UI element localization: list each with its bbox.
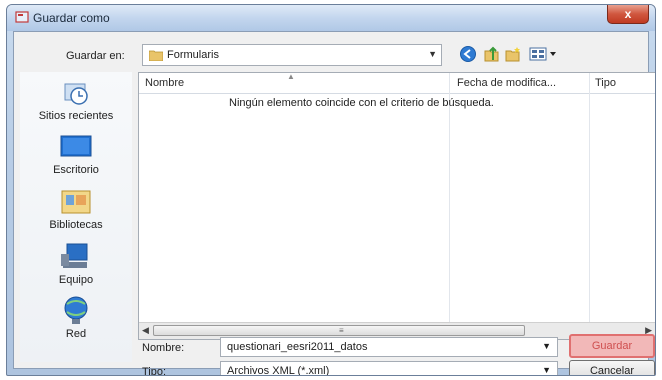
empty-message: Ningún elemento coincide con el criterio…: [229, 97, 494, 109]
places-bar: Sitios recientes Escritorio Bibliotecas: [20, 72, 132, 362]
chevron-down-icon[interactable]: ▼: [542, 365, 551, 375]
back-icon[interactable]: [459, 45, 477, 63]
sort-arrow-icon: ▲: [287, 72, 295, 81]
computer-icon: [61, 243, 88, 268]
app-icon: [15, 11, 29, 23]
title-bar[interactable]: Guardar como x: [7, 5, 655, 31]
place-label: Sitios recientes: [38, 110, 114, 122]
scroll-left-icon[interactable]: ◀: [142, 325, 149, 336]
filename-value: questionari_eesri2011_datos: [227, 341, 368, 353]
filetype-value: Archivos XML (*.xml): [227, 365, 330, 376]
save-button[interactable]: Guardar: [569, 334, 655, 358]
column-name[interactable]: Nombre: [145, 77, 184, 89]
chevron-down-icon[interactable]: ▼: [542, 341, 551, 351]
place-label: Bibliotecas: [49, 219, 103, 231]
save-in-folder: Formularis: [167, 49, 219, 61]
folder-icon: [149, 50, 163, 61]
dialog-body: Guardar en: Formularis ▼ Sitios reciente…: [13, 31, 655, 375]
column-header: Nombre ▲ Fecha de modifica... Tipo: [139, 73, 655, 94]
column-date-modified[interactable]: Fecha de modifica...: [457, 77, 556, 89]
filename-field[interactable]: questionari_eesri2011_datos ▼: [220, 337, 558, 357]
column-type[interactable]: Tipo: [595, 77, 616, 89]
place-computer[interactable]: Equipo: [20, 242, 132, 286]
network-icon: [64, 296, 88, 324]
window-title: Guardar como: [33, 11, 110, 25]
filetype-select[interactable]: Archivos XML (*.xml) ▼: [220, 361, 558, 376]
recent-places-icon: [64, 83, 88, 105]
filetype-label: Tipo:: [142, 366, 167, 376]
scroll-thumb[interactable]: ≡: [153, 325, 525, 336]
cancel-button[interactable]: Cancelar: [569, 360, 655, 375]
place-recent[interactable]: Sitios recientes: [20, 78, 132, 122]
place-label: Equipo: [58, 274, 94, 286]
save-in-label: Guardar en:: [66, 50, 125, 62]
place-libraries[interactable]: Bibliotecas: [20, 187, 132, 231]
place-label: Red: [65, 328, 87, 340]
place-desktop[interactable]: Escritorio: [20, 134, 132, 176]
chevron-down-icon: ▼: [428, 49, 437, 59]
new-folder-icon[interactable]: [504, 45, 522, 63]
file-list[interactable]: Nombre ▲ Fecha de modifica... Tipo Ningú…: [138, 72, 655, 340]
filename-label: Nombre:: [142, 342, 185, 354]
libraries-icon: [61, 190, 91, 214]
close-icon: x: [624, 7, 632, 21]
save-as-dialog: Guardar como x Guardar en: Formularis ▼: [6, 4, 656, 376]
place-label: Escritorio: [53, 164, 99, 176]
place-network[interactable]: Red: [20, 294, 132, 340]
close-button[interactable]: x: [607, 5, 649, 24]
desktop-icon: [60, 135, 92, 157]
views-icon[interactable]: [528, 45, 558, 63]
save-in-combo[interactable]: Formularis ▼: [142, 44, 442, 66]
up-folder-icon[interactable]: [482, 45, 500, 63]
